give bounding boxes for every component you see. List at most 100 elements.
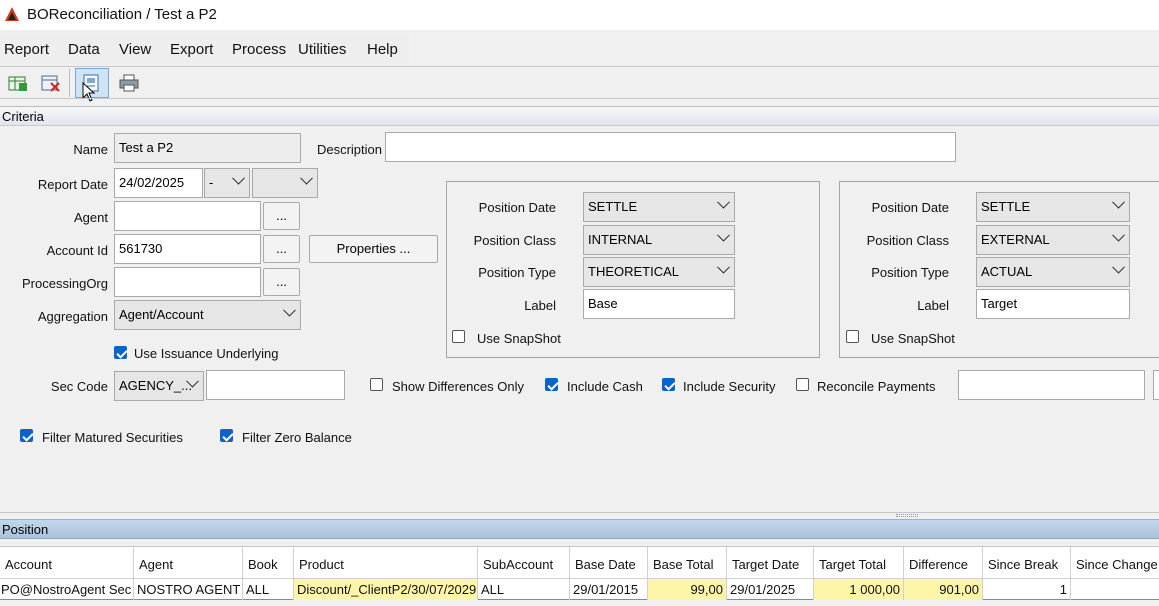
agent-field[interactable]	[114, 201, 261, 231]
cell-subaccount: ALL	[478, 579, 570, 600]
menu-utilities[interactable]: Utilities	[298, 41, 346, 58]
description-label: Description	[316, 142, 382, 157]
report-date-offset-value: -	[209, 175, 214, 190]
target-use-snapshot-label: Use SnapShot	[871, 331, 955, 346]
sec-code-label: Sec Code	[50, 379, 108, 394]
base-label-field[interactable]: Base	[583, 289, 735, 319]
chevron-down-icon	[283, 303, 296, 317]
column-header-base-date[interactable]: Base Date	[570, 547, 648, 579]
extra-field[interactable]	[1153, 370, 1159, 400]
target-label-field[interactable]: Target	[976, 289, 1130, 319]
sec-code-type-value: AGENCY_...	[119, 378, 192, 393]
target-position-date-select[interactable]: SETTLE	[976, 192, 1130, 222]
report-date-offset-select[interactable]: -	[204, 168, 250, 198]
processing-org-chooser-button[interactable]: ...	[263, 268, 300, 296]
splitter-grip-icon[interactable]	[896, 514, 918, 517]
base-position-class-value: INTERNAL	[588, 232, 653, 247]
include-cash-label: Include Cash	[567, 379, 643, 394]
base-position-class-select[interactable]: INTERNAL	[583, 225, 735, 255]
toolbar-separator	[69, 69, 70, 97]
target-position-class-label: Position Class	[866, 233, 949, 248]
base-label-label: Label	[524, 298, 556, 313]
new-report-button[interactable]	[4, 70, 32, 96]
account-id-field[interactable]: 561730	[114, 234, 261, 264]
print-button[interactable]	[115, 70, 143, 96]
chevron-down-icon	[1112, 260, 1125, 274]
close-report-button[interactable]	[37, 70, 65, 96]
account-chooser-button[interactable]: ...	[263, 235, 300, 263]
include-security-checkbox[interactable]	[662, 378, 675, 391]
name-label: Name	[73, 142, 108, 157]
processing-org-field[interactable]	[114, 267, 261, 297]
agent-label: Agent	[74, 210, 108, 225]
sec-code-field[interactable]	[206, 370, 345, 400]
aggregation-select[interactable]: Agent/Account	[114, 300, 301, 330]
column-header-book[interactable]: Book	[243, 547, 294, 579]
filter-matured-securities-checkbox[interactable]	[20, 429, 33, 442]
splitter[interactable]	[0, 512, 1159, 513]
report-date-label: Report Date	[37, 177, 108, 192]
window-title: BOReconciliation / Test a P2	[27, 6, 217, 23]
menu-view[interactable]: View	[119, 41, 151, 58]
column-header-since-change[interactable]: Since Change	[1071, 547, 1159, 579]
description-field[interactable]	[385, 132, 956, 162]
column-header-agent[interactable]: Agent	[134, 547, 243, 579]
use-issuance-underlying-checkbox[interactable]	[114, 346, 127, 359]
filter-matured-securities-label: Filter Matured Securities	[42, 430, 183, 445]
menu-report[interactable]: Report	[4, 41, 49, 58]
table-row[interactable]: PO@NostroAgent Sec NOSTRO AGENT ALL Disc…	[0, 578, 1159, 600]
agent-chooser-button[interactable]: ...	[263, 202, 300, 230]
properties-button[interactable]: Properties ...	[309, 235, 438, 263]
toolbar	[0, 67, 1159, 102]
report-date-field[interactable]: 24/02/2025	[114, 168, 203, 198]
account-id-label: Account Id	[46, 243, 108, 258]
column-header-target-date[interactable]: Target Date	[727, 547, 814, 579]
title-bar: BOReconciliation / Test a P2	[0, 0, 1159, 30]
target-label-label: Label	[917, 298, 949, 313]
column-header-since-break[interactable]: Since Break	[983, 547, 1071, 579]
show-differences-only-checkbox[interactable]	[370, 378, 383, 391]
reconcile-payments-field[interactable]	[958, 370, 1145, 400]
column-header-difference[interactable]: Difference	[904, 547, 983, 579]
base-position-date-select[interactable]: SETTLE	[583, 192, 735, 222]
criteria-section-header: Criteria	[0, 106, 1159, 126]
column-header-base-total[interactable]: Base Total	[648, 547, 727, 579]
menu-export[interactable]: Export	[170, 41, 213, 58]
column-header-subaccount[interactable]: SubAccount	[478, 547, 570, 579]
base-position-class-label: Position Class	[473, 233, 556, 248]
cell-base-total: 99,00	[648, 579, 727, 600]
base-position-type-value: THEORETICAL	[588, 264, 680, 279]
base-use-snapshot-label: Use SnapShot	[477, 331, 561, 346]
include-security-label: Include Security	[683, 379, 776, 394]
include-cash-checkbox[interactable]	[545, 378, 558, 391]
sec-code-type-select[interactable]: AGENCY_...	[114, 371, 204, 401]
column-header-target-total[interactable]: Target Total	[814, 547, 904, 579]
reconcile-payments-label: Reconcile Payments	[817, 379, 936, 394]
cell-product: Discount/_ClientP2/30/07/2029	[294, 579, 478, 600]
show-differences-only-label: Show Differences Only	[392, 379, 524, 394]
target-position-date-value: SETTLE	[981, 199, 1031, 214]
base-position-type-select[interactable]: THEORETICAL	[583, 257, 735, 287]
cell-since-change	[1071, 579, 1159, 600]
app-logo-icon	[5, 7, 19, 21]
base-position-type-label: Position Type	[478, 265, 556, 280]
target-position-type-label: Position Type	[871, 265, 949, 280]
target-position-type-select[interactable]: ACTUAL	[976, 257, 1130, 287]
base-position-date-value: SETTLE	[588, 199, 638, 214]
print-icon	[119, 74, 139, 92]
reconcile-payments-checkbox[interactable]	[796, 378, 809, 391]
column-header-account[interactable]: Account	[0, 547, 134, 579]
name-field[interactable]: Test a P2	[114, 133, 301, 163]
base-position-date-label: Position Date	[478, 200, 556, 215]
target-use-snapshot-checkbox[interactable]	[846, 330, 859, 343]
use-issuance-underlying-label: Use Issuance Underlying	[134, 346, 279, 361]
menu-help[interactable]: Help	[367, 41, 398, 58]
menu-process[interactable]: Process	[232, 41, 286, 58]
column-header-product[interactable]: Product	[294, 547, 478, 579]
base-use-snapshot-checkbox[interactable]	[452, 330, 465, 343]
target-position-class-select[interactable]: EXTERNAL	[976, 225, 1130, 255]
report-date-extra-select[interactable]	[252, 168, 318, 198]
menu-data[interactable]: Data	[68, 41, 100, 58]
filter-zero-balance-checkbox[interactable]	[220, 429, 233, 442]
cell-book: ALL	[243, 579, 294, 600]
